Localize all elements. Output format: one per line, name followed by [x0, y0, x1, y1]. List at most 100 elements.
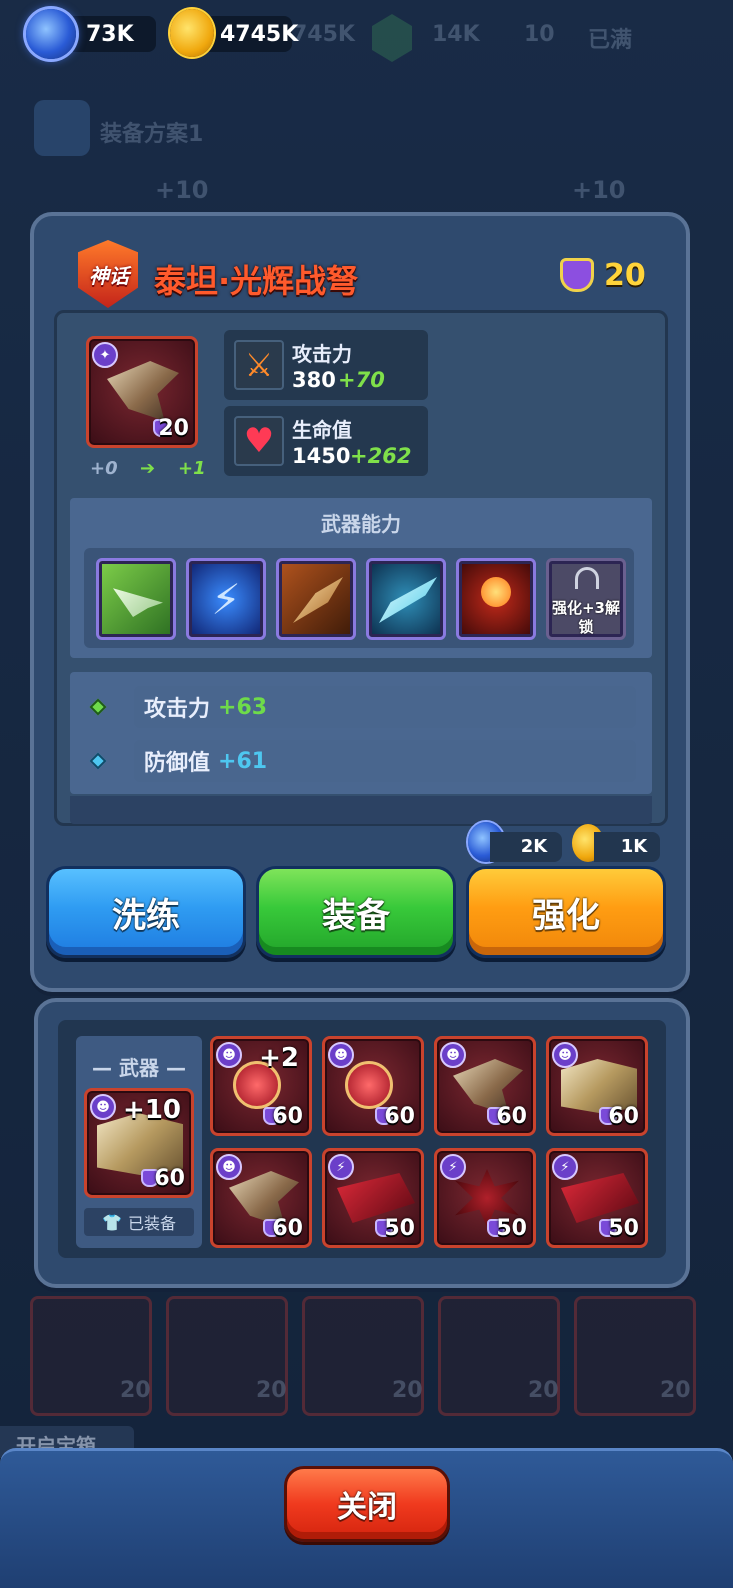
demon-badge-icon: ☻	[90, 1094, 116, 1120]
equip-button[interactable]: 装备	[256, 866, 456, 958]
skill-green-arrow[interactable]	[96, 558, 176, 640]
heart-icon: ♥	[234, 416, 284, 466]
item-icon-frame[interactable]: ✦ 20	[86, 336, 198, 448]
skill-lightning-arrow[interactable]: ⚡	[186, 558, 266, 640]
item-level: 60	[384, 1104, 415, 1129]
stat-base: 380	[292, 368, 336, 392]
inventory-item[interactable]: ⚡ 50	[546, 1148, 648, 1248]
enhance-button[interactable]: 强化	[466, 866, 666, 958]
bg-slot-level: 20	[120, 1378, 151, 1403]
sub-stat-label: 防御值	[144, 751, 211, 776]
ability-title: 武器能力	[321, 512, 401, 536]
bg-equipment-row: 20 20 20 20 20	[30, 1296, 700, 1426]
slot-title-text: 武器	[119, 1056, 159, 1080]
item-level: 60	[272, 1216, 303, 1241]
shirt-icon: 👕	[102, 1212, 122, 1232]
lightning-badge-icon: ⚡	[552, 1154, 578, 1180]
stat-attack-box: ⚔ 攻击力 380 +70	[224, 330, 428, 400]
inventory-item[interactable]: ☻ 60	[210, 1148, 312, 1248]
item-level: 50	[496, 1216, 527, 1241]
skill-locked[interactable]: 强化+3解锁	[546, 558, 626, 640]
refine-from: +0	[90, 458, 118, 479]
sword-icon: ⚔	[234, 340, 284, 390]
loadout-icon	[34, 100, 90, 156]
bg-upgrade-badge: +10	[155, 176, 209, 204]
inventory-item[interactable]: ☻ 60	[546, 1036, 648, 1136]
item-level: 60	[154, 1166, 185, 1191]
skill-spear[interactable]	[276, 558, 356, 640]
skill-ice-shard[interactable]	[366, 558, 446, 640]
bg-slot-level: 20	[392, 1378, 423, 1403]
gold-coin-icon	[170, 9, 214, 57]
gem-resource: 73K	[26, 9, 156, 59]
inventory-item[interactable]: ☻ +2 60	[210, 1036, 312, 1136]
lock-icon	[575, 567, 599, 589]
bg-full-label: 已满	[588, 28, 633, 53]
bg-resource-value: 14K	[432, 22, 480, 47]
bg-slot-level: 20	[660, 1378, 691, 1403]
skill-fire-arrow[interactable]	[456, 558, 536, 640]
stat-base: 1450	[292, 444, 351, 468]
gold-resource: 4745K	[170, 9, 298, 57]
scroll-fade	[70, 796, 652, 824]
bg-slot-level: 20	[256, 1378, 287, 1403]
stat-bonus: +70	[338, 368, 385, 392]
equipped-label-box: 👕 已装备	[84, 1208, 194, 1236]
sub-stat-label: 攻击力	[144, 697, 211, 722]
lightning-badge-icon: ⚡	[440, 1154, 466, 1180]
stat-hp-box: ♥ 生命值 1450 +262	[224, 406, 428, 476]
fireball-icon	[481, 577, 511, 607]
equipped-item[interactable]: ☻ +10 60	[84, 1088, 194, 1198]
item-icon-level: 20	[158, 416, 189, 441]
slot-title: — 武器 —	[92, 1056, 186, 1080]
bg-resource-value: 745K	[292, 22, 355, 47]
axe-badge-icon: ✦	[92, 342, 118, 368]
refine-to: +1	[178, 458, 206, 479]
sub-stat-row: 防御值 +61	[134, 740, 636, 782]
item-level: 20	[604, 258, 646, 293]
crown-level-icon	[560, 258, 594, 292]
reforge-button[interactable]: 洗练	[46, 866, 246, 958]
stat-label: 攻击力	[292, 342, 352, 366]
inventory-item[interactable]: ☻ 60	[322, 1036, 424, 1136]
rarity-badge: 神话	[72, 240, 152, 310]
bg-upgrade-badge: +10	[572, 176, 626, 204]
arrow-icon	[113, 588, 163, 617]
item-plus: +10	[123, 1095, 181, 1125]
crossbow-icon	[107, 361, 179, 421]
sub-stat-value: +61	[218, 748, 268, 774]
blue-orb-icon	[26, 9, 76, 59]
stat-bonus: +262	[350, 444, 412, 468]
orb-staff-icon	[345, 1061, 393, 1109]
item-name: 泰坦·光辉战弩	[154, 262, 359, 300]
demon-badge-icon: ☻	[328, 1042, 354, 1068]
lightning-icon: ⚡	[211, 574, 241, 624]
item-level: 60	[608, 1104, 639, 1129]
inventory-item[interactable]: ☻ 60	[434, 1036, 536, 1136]
item-level: 60	[272, 1104, 303, 1129]
item-level: 50	[384, 1216, 415, 1241]
demon-badge-icon: ☻	[216, 1042, 242, 1068]
loadout-title: 装备方案1	[100, 122, 204, 147]
cost-gems: 2K	[490, 832, 562, 862]
cost-gold: 1K	[594, 832, 660, 862]
demon-badge-icon: ☻	[216, 1154, 242, 1180]
ice-shard-icon	[379, 577, 437, 623]
locked-skill-text: 强化+3解锁	[551, 599, 620, 636]
rarity-tag: 神话	[89, 264, 129, 288]
spear-icon	[293, 577, 343, 623]
inventory-item[interactable]: ⚡ 50	[322, 1148, 424, 1248]
item-plus: +2	[259, 1043, 299, 1073]
inventory-item[interactable]: ⚡ 50	[434, 1148, 536, 1248]
arrow-right-icon: ➔	[140, 458, 156, 479]
demon-badge-icon: ☻	[552, 1042, 578, 1068]
item-level: 50	[608, 1216, 639, 1241]
bg-slot-level: 20	[528, 1378, 559, 1403]
lightning-badge-icon: ⚡	[328, 1154, 354, 1180]
demon-badge-icon: ☻	[440, 1042, 466, 1068]
sub-stat-value: +63	[218, 694, 268, 720]
bg-resource-value: 10	[524, 22, 555, 47]
stat-label: 生命值	[292, 418, 352, 442]
sub-stat-row: 攻击力 +63	[134, 686, 636, 728]
close-button[interactable]: 关闭	[284, 1466, 450, 1542]
